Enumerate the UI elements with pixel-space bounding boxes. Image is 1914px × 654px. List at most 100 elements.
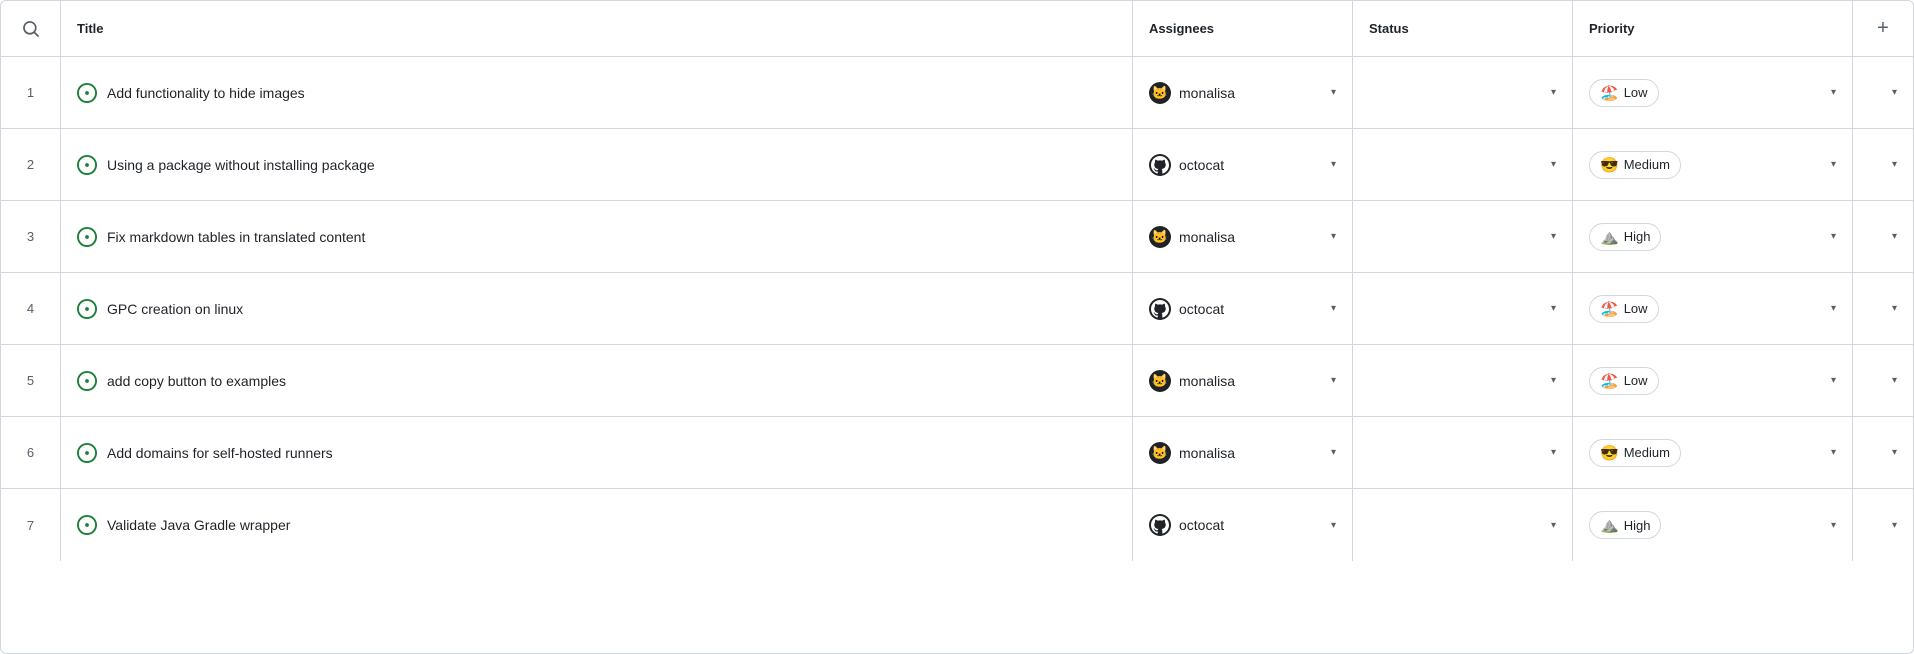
status-cell[interactable]: ▾: [1353, 201, 1573, 272]
row-dropdown-icon[interactable]: ▾: [1892, 375, 1897, 386]
priority-cell[interactable]: 😎 Medium ▾: [1573, 129, 1853, 200]
row-dropdown-icon[interactable]: ▾: [1892, 159, 1897, 170]
issue-title: Add functionality to hide images: [107, 85, 305, 101]
priority-dropdown-icon[interactable]: ▾: [1831, 375, 1836, 386]
row-extra-cell: ▾: [1853, 417, 1913, 488]
priority-cell[interactable]: ⛰️ High ▾: [1573, 201, 1853, 272]
row-extra-cell: ▾: [1853, 129, 1913, 200]
assignee-name: monalisa: [1179, 445, 1235, 461]
row-number: 3: [1, 201, 61, 272]
title-cell: Using a package without installing packa…: [61, 129, 1133, 200]
assignee-cell[interactable]: 🐱 monalisa ▾: [1133, 417, 1353, 488]
row-extra-cell: ▾: [1853, 57, 1913, 128]
status-cell[interactable]: ▾: [1353, 345, 1573, 416]
priority-emoji: 😎: [1600, 444, 1619, 462]
priority-cell[interactable]: 🏖️ Low ▾: [1573, 57, 1853, 128]
row-extra-cell: ▾: [1853, 273, 1913, 344]
priority-label: High: [1624, 229, 1651, 244]
assignee-info: octocat: [1149, 298, 1224, 320]
table-row: 7 Validate Java Gradle wrapper octocat ▾…: [1, 489, 1913, 561]
priority-cell[interactable]: ⛰️ High ▾: [1573, 489, 1853, 561]
assignee-cell[interactable]: octocat ▾: [1133, 489, 1353, 561]
avatar: 🐱: [1149, 442, 1171, 464]
status-cell[interactable]: ▾: [1353, 273, 1573, 344]
assignee-dropdown-icon[interactable]: ▾: [1331, 447, 1336, 458]
title-cell: Add functionality to hide images: [61, 57, 1133, 128]
status-dropdown-icon[interactable]: ▾: [1551, 159, 1556, 170]
priority-dropdown-icon[interactable]: ▾: [1831, 231, 1836, 242]
issue-open-icon: [77, 515, 97, 535]
priority-label: Medium: [1624, 445, 1670, 460]
status-cell[interactable]: ▾: [1353, 417, 1573, 488]
status-dropdown-icon[interactable]: ▾: [1551, 231, 1556, 242]
table-row: 5 add copy button to examples 🐱 monalisa…: [1, 345, 1913, 417]
assignee-dropdown-icon[interactable]: ▾: [1331, 159, 1336, 170]
table-row: 2 Using a package without installing pac…: [1, 129, 1913, 201]
issue-open-icon: [77, 443, 97, 463]
priority-cell[interactable]: 🏖️ Low ▾: [1573, 345, 1853, 416]
table-body: 1 Add functionality to hide images 🐱 mon…: [1, 57, 1913, 561]
status-cell[interactable]: ▾: [1353, 489, 1573, 561]
status-dropdown-icon[interactable]: ▾: [1551, 520, 1556, 531]
status-cell[interactable]: ▾: [1353, 129, 1573, 200]
title-cell: Validate Java Gradle wrapper: [61, 489, 1133, 561]
status-dropdown-icon[interactable]: ▾: [1551, 375, 1556, 386]
avatar: 🐱: [1149, 226, 1171, 248]
table-row: 1 Add functionality to hide images 🐱 mon…: [1, 57, 1913, 129]
assignee-dropdown-icon[interactable]: ▾: [1331, 375, 1336, 386]
assignee-dropdown-icon[interactable]: ▾: [1331, 520, 1336, 531]
table-header: Title Assignees Status Priority +: [1, 1, 1913, 57]
priority-emoji: 🏖️: [1600, 84, 1619, 102]
avatar: [1149, 298, 1171, 320]
assignees-header: Assignees: [1133, 1, 1353, 56]
row-number: 6: [1, 417, 61, 488]
status-dropdown-icon[interactable]: ▾: [1551, 87, 1556, 98]
row-extra-cell: ▾: [1853, 201, 1913, 272]
assignee-name: octocat: [1179, 157, 1224, 173]
row-number: 4: [1, 273, 61, 344]
assignee-info: 🐱 monalisa: [1149, 226, 1235, 248]
title-cell: add copy button to examples: [61, 345, 1133, 416]
priority-dropdown-icon[interactable]: ▾: [1831, 159, 1836, 170]
priority-dropdown-icon[interactable]: ▾: [1831, 87, 1836, 98]
add-column-header[interactable]: +: [1853, 1, 1913, 56]
priority-cell[interactable]: 🏖️ Low ▾: [1573, 273, 1853, 344]
issue-open-icon: [77, 83, 97, 103]
priority-label: High: [1624, 518, 1651, 533]
row-dropdown-icon[interactable]: ▾: [1892, 231, 1897, 242]
status-dropdown-icon[interactable]: ▾: [1551, 303, 1556, 314]
status-cell[interactable]: ▾: [1353, 57, 1573, 128]
assignee-cell[interactable]: 🐱 monalisa ▾: [1133, 345, 1353, 416]
title-cell: Add domains for self-hosted runners: [61, 417, 1133, 488]
search-icon[interactable]: [22, 20, 40, 38]
row-dropdown-icon[interactable]: ▾: [1892, 447, 1897, 458]
issue-open-icon: [77, 155, 97, 175]
issue-open-icon: [77, 371, 97, 391]
assignee-dropdown-icon[interactable]: ▾: [1331, 303, 1336, 314]
row-dropdown-icon[interactable]: ▾: [1892, 87, 1897, 98]
issue-title: Add domains for self-hosted runners: [107, 445, 333, 461]
assignee-name: monalisa: [1179, 373, 1235, 389]
assignee-name: octocat: [1179, 517, 1224, 533]
priority-dropdown-icon[interactable]: ▾: [1831, 520, 1836, 531]
priority-dropdown-icon[interactable]: ▾: [1831, 447, 1836, 458]
search-header-cell[interactable]: [1, 1, 61, 56]
issue-title: add copy button to examples: [107, 373, 286, 389]
priority-cell[interactable]: 😎 Medium ▾: [1573, 417, 1853, 488]
assignee-cell[interactable]: 🐱 monalisa ▾: [1133, 201, 1353, 272]
assignee-cell[interactable]: octocat ▾: [1133, 273, 1353, 344]
assignee-cell[interactable]: octocat ▾: [1133, 129, 1353, 200]
assignee-dropdown-icon[interactable]: ▾: [1331, 87, 1336, 98]
priority-dropdown-icon[interactable]: ▾: [1831, 303, 1836, 314]
issue-title: Validate Java Gradle wrapper: [107, 517, 290, 533]
row-dropdown-icon[interactable]: ▾: [1892, 520, 1897, 531]
row-dropdown-icon[interactable]: ▾: [1892, 303, 1897, 314]
title-cell: GPC creation on linux: [61, 273, 1133, 344]
assignee-cell[interactable]: 🐱 monalisa ▾: [1133, 57, 1353, 128]
table-row: 6 Add domains for self-hosted runners 🐱 …: [1, 417, 1913, 489]
add-column-button[interactable]: +: [1873, 13, 1893, 44]
assignee-dropdown-icon[interactable]: ▾: [1331, 231, 1336, 242]
issues-table: Title Assignees Status Priority + 1 Add …: [0, 0, 1914, 654]
status-dropdown-icon[interactable]: ▾: [1551, 447, 1556, 458]
priority-emoji: 🏖️: [1600, 300, 1619, 318]
